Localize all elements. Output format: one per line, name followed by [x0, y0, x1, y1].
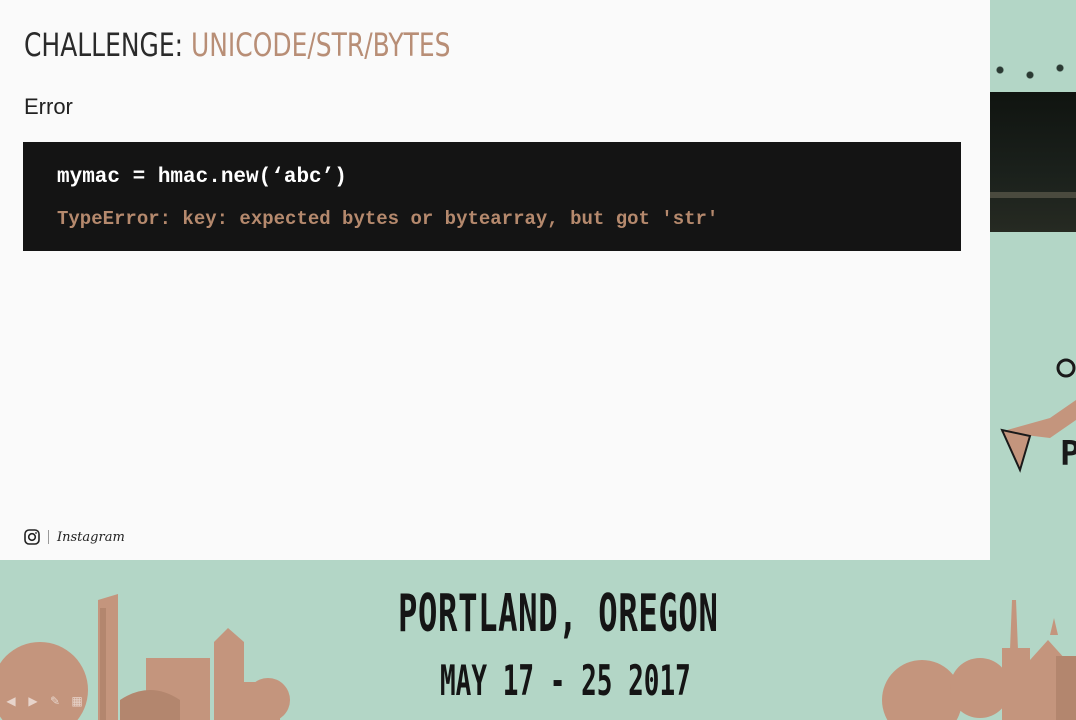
footer-divider [48, 530, 49, 544]
slide-subtitle: Error [24, 94, 73, 119]
slide-footer: Instagram [24, 529, 125, 545]
conference-banner: PORTLAND, OREGON MAY 17 - 25 2017 [0, 560, 1076, 720]
title-highlight: UNICODE/STR/BYTES [190, 26, 451, 64]
decorative-pattern [990, 0, 1076, 92]
code-error: TypeError: key: expected bytes or bytear… [57, 208, 719, 230]
next-icon[interactable]: ▶ [26, 694, 40, 708]
svg-text:P: P [1060, 434, 1076, 474]
slide-title: CHALLENGE: UNICODE/STR/BYTES [24, 26, 450, 64]
pen-icon[interactable]: ✎ [48, 694, 62, 708]
footer-brand: Instagram [57, 529, 125, 545]
title-prefix: CHALLENGE: [24, 26, 184, 64]
slides-icon[interactable]: ▦ [70, 694, 84, 708]
player-controls[interactable]: ◀ ▶ ✎ ▦ [4, 694, 84, 708]
code-block: mymac = hmac.new(‘abc’) TypeError: key: … [23, 142, 961, 251]
speaker-camera-strip: P [990, 0, 1076, 560]
pycon-logo-fragment: P [1000, 358, 1076, 474]
video-frame: P CHALLENGE: UNICODE/STR/BYTES Error mym… [0, 0, 1076, 720]
previous-icon[interactable]: ◀ [4, 694, 18, 708]
skyline-right-illustration [882, 600, 1076, 720]
instagram-icon [24, 529, 40, 545]
code-command: mymac = hmac.new(‘abc’) [57, 166, 347, 189]
banner-dates: MAY 17 - 25 2017 [440, 656, 691, 705]
banner-city: PORTLAND, OREGON [398, 584, 719, 644]
presentation-slide: CHALLENGE: UNICODE/STR/BYTES Error mymac… [0, 0, 990, 560]
camera-feed [990, 92, 1076, 232]
